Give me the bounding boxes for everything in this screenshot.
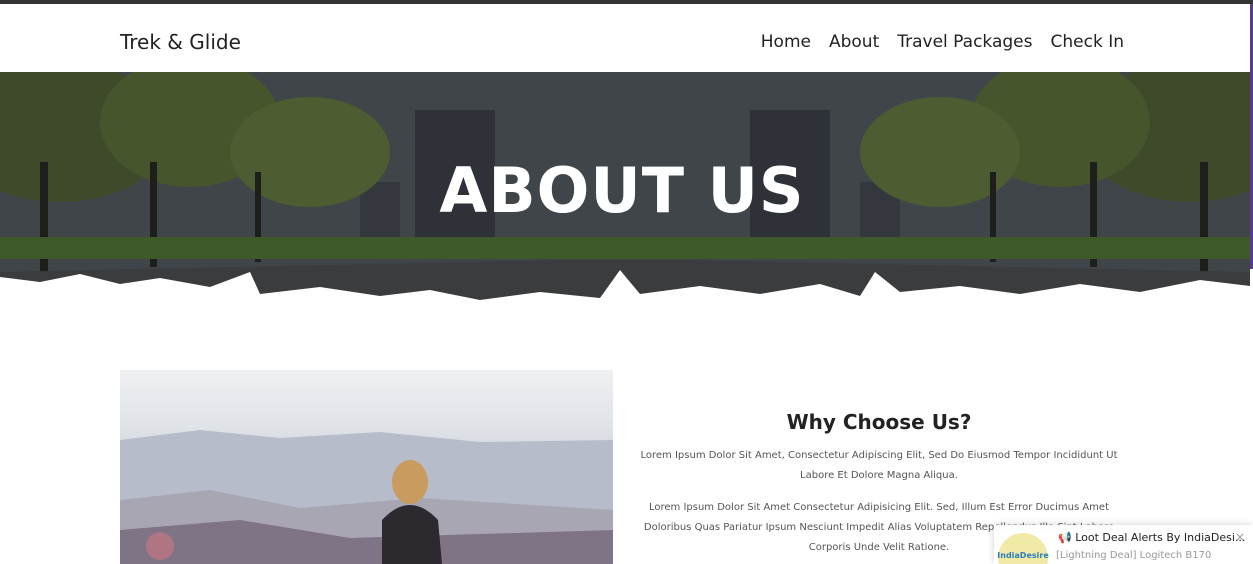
hero-title: ABOUT US [439, 154, 805, 227]
close-icon[interactable]: × [1235, 530, 1245, 544]
site-header: Trek & Glide Home About Travel Packages … [0, 4, 1250, 72]
indiadesire-logo: IndiaDesire [997, 533, 1049, 564]
nav-about[interactable]: About [829, 32, 879, 52]
traveler-image [120, 430, 613, 564]
brand-logo[interactable]: Trek & Glide [120, 30, 241, 54]
notification-subtitle: [Lightning Deal] Logitech B170 [1056, 550, 1212, 561]
nav-check-in[interactable]: Check In [1051, 32, 1125, 52]
hero-banner: ABOUT US [0, 72, 1250, 322]
nav-travel-packages[interactable]: Travel Packages [897, 32, 1032, 52]
notification-title[interactable]: 📢 Loot Deal Alerts By IndiaDesi... [1058, 531, 1245, 544]
section-title: Why Choose Us? [786, 410, 972, 434]
about-photo [120, 370, 613, 564]
section-paragraph-1: Lorem Ipsum Dolor Sit Amet, Consectetur … [640, 450, 1118, 481]
deal-alert-notification[interactable]: IndiaDesire 📢 Loot Deal Alerts By IndiaD… [994, 525, 1253, 564]
nav-home[interactable]: Home [761, 32, 811, 52]
main-nav: Home About Travel Packages Check In [761, 32, 1124, 52]
